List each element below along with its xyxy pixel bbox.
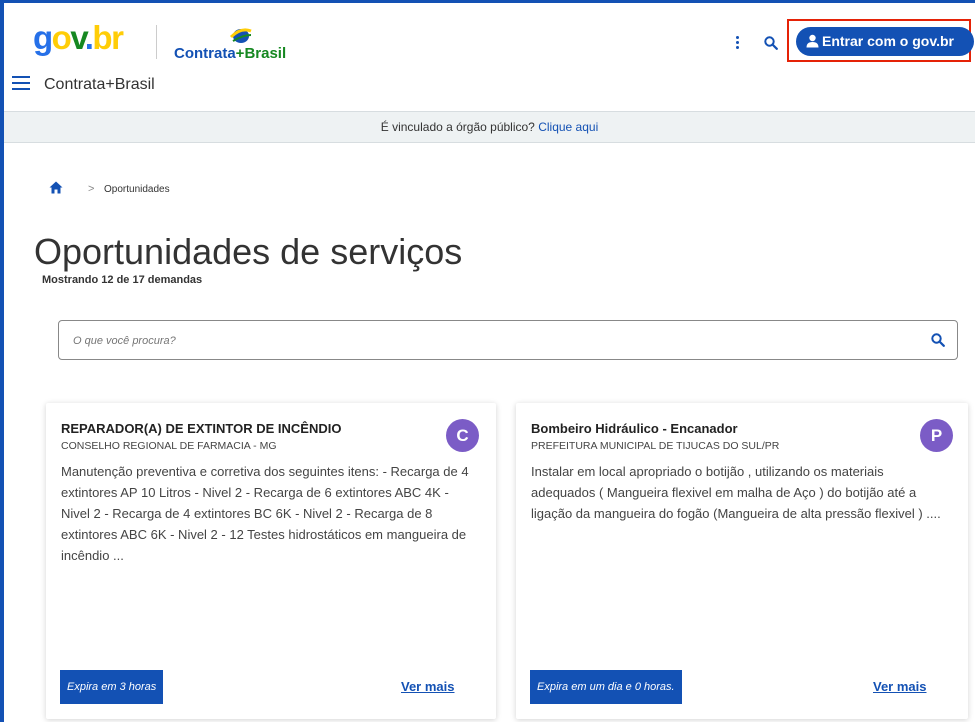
- opportunity-card: REPARADOR(A) DE EXTINTOR DE INCÊNDIO CON…: [46, 403, 496, 719]
- search-input[interactable]: [71, 331, 895, 351]
- card-organization: PREFEITURA MUNICIPAL DE TIJUCAS DO SUL/P…: [531, 440, 780, 452]
- notice-link[interactable]: Clique aqui: [538, 120, 598, 134]
- kebab-menu-icon[interactable]: [735, 36, 741, 52]
- gov-br-logo[interactable]: gov.br: [33, 21, 124, 54]
- see-more-link[interactable]: Ver mais: [873, 679, 927, 694]
- see-more-link[interactable]: Ver mais: [401, 679, 455, 694]
- expiration-badge: Expira em 3 horas: [60, 670, 164, 704]
- results-count: Mostrando 12 de 17 demandas: [42, 274, 203, 286]
- login-button-label: Entrar com o gov.br: [822, 33, 954, 49]
- card-title: Bombeiro Hidráulico - Encanador: [531, 421, 738, 436]
- user-icon: [806, 34, 819, 48]
- organization-avatar: P: [920, 419, 953, 452]
- organization-avatar: C: [446, 419, 479, 452]
- opportunity-card: Bombeiro Hidráulico - Encanador PREFEITU…: [516, 403, 968, 719]
- expiration-badge: Expira em um dia e 0 horas.: [530, 670, 682, 704]
- page-title: Oportunidades de serviços: [34, 231, 463, 272]
- hamburger-menu-icon[interactable]: [12, 76, 30, 92]
- breadcrumb-current: Oportunidades: [104, 184, 170, 195]
- logo-divider: [156, 25, 157, 59]
- contrata-brasil-logo[interactable]: Contrata+Brasil: [174, 25, 324, 63]
- notice-text: É vinculado a órgão público?: [380, 120, 539, 134]
- search-box: [58, 320, 958, 360]
- login-govbr-button[interactable]: Entrar com o gov.br: [796, 27, 974, 56]
- contrata-swoosh-icon: [229, 28, 252, 43]
- card-title: REPARADOR(A) DE EXTINTOR DE INCÊNDIO: [61, 421, 342, 436]
- site-name[interactable]: Contrata+Brasil: [44, 76, 155, 94]
- card-organization: CONSELHO REGIONAL DE FARMACIA - MG: [61, 440, 277, 452]
- card-description: Manutenção preventiva e corretiva dos se…: [61, 464, 469, 563]
- search-icon[interactable]: [764, 36, 778, 50]
- public-agency-notice: É vinculado a órgão público? Clique aqui: [4, 111, 975, 143]
- home-icon[interactable]: [49, 181, 63, 194]
- breadcrumb-separator: >: [88, 183, 95, 195]
- search-submit-icon[interactable]: [931, 333, 945, 347]
- card-description: Instalar em local apropriado o botijão ,…: [531, 464, 941, 521]
- contrata-brasil-logo-text: Contrata+Brasil: [174, 45, 287, 62]
